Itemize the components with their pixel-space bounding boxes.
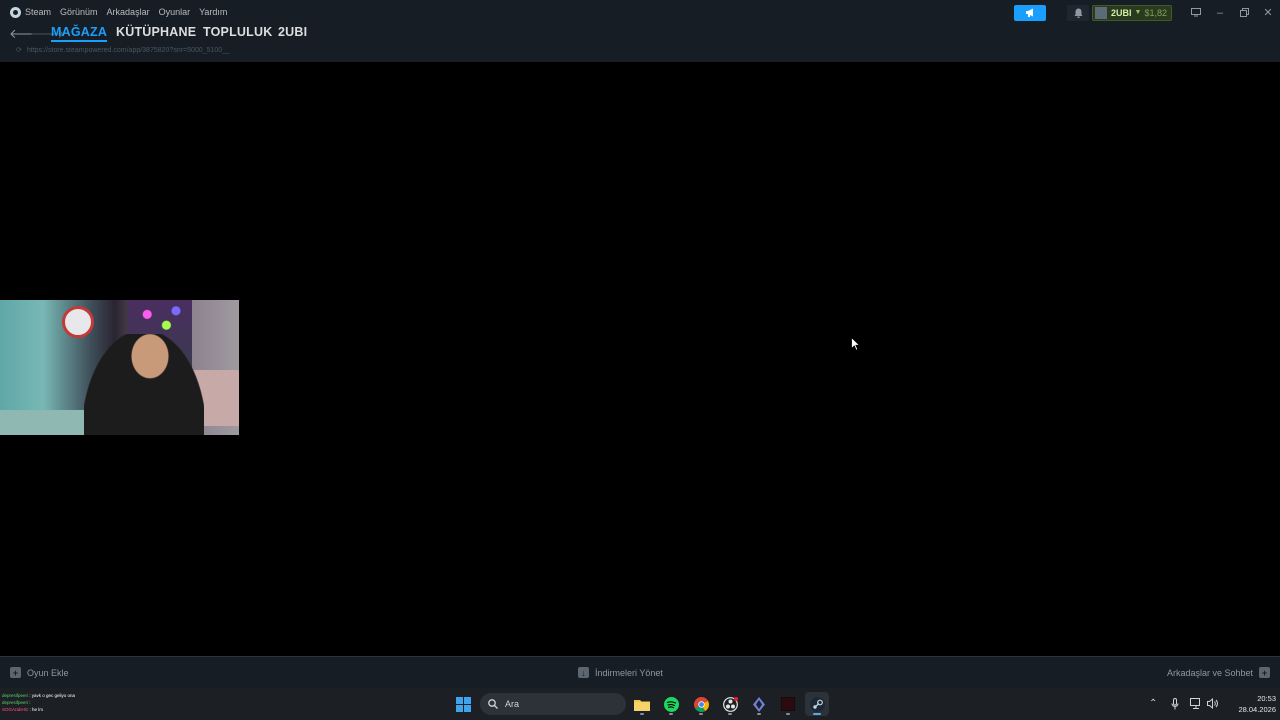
steam-bottombar: + Oyun Ekle ↓ İndirmeleri Yönet Arkadaşl… bbox=[0, 656, 1280, 688]
url-bar: https://store.steampowered.com/app/38758… bbox=[27, 47, 230, 54]
top-right-controls: 2UBI ▼ $1,82 – ✕ bbox=[1014, 4, 1280, 21]
taskbar-file-explorer[interactable] bbox=[630, 692, 654, 716]
spotify-icon bbox=[663, 696, 679, 712]
network-icon[interactable] bbox=[1190, 698, 1202, 709]
minimize-button[interactable]: – bbox=[1208, 5, 1232, 21]
big-picture-button[interactable] bbox=[1184, 5, 1208, 21]
taskbar-obs[interactable] bbox=[718, 692, 742, 716]
announcements-button[interactable] bbox=[1014, 4, 1047, 21]
notifications-button[interactable] bbox=[1067, 4, 1090, 21]
profile-name: 2UBI bbox=[1111, 7, 1132, 18]
stream-chat-overlay: depresifpeeri : yavk o gec geliyo ona de… bbox=[2, 692, 122, 713]
monitor-icon bbox=[1191, 8, 1201, 17]
volume-icon[interactable] bbox=[1207, 698, 1218, 709]
download-icon: ↓ bbox=[578, 667, 589, 678]
restore-button[interactable] bbox=[1232, 5, 1256, 21]
close-icon: ✕ bbox=[1263, 7, 1273, 19]
tab-community[interactable]: TOPLULUK bbox=[203, 25, 272, 39]
start-button[interactable] bbox=[451, 692, 475, 716]
show-hidden-icons[interactable]: ⌃ bbox=[1149, 698, 1157, 709]
taskbar-terminal[interactable] bbox=[776, 692, 800, 716]
minimize-icon: – bbox=[1216, 6, 1224, 19]
restore-icon bbox=[1239, 8, 1249, 17]
tab-library[interactable]: KÜTÜPHANE bbox=[116, 25, 196, 39]
webcam-overlay bbox=[0, 300, 239, 435]
menu-friends[interactable]: Arkadaşlar bbox=[107, 7, 150, 17]
obs-icon bbox=[722, 696, 738, 712]
menu-steam[interactable]: Steam bbox=[25, 7, 51, 17]
taskbar-chrome[interactable] bbox=[689, 692, 713, 716]
megaphone-icon bbox=[1025, 8, 1033, 17]
taskbar-search[interactable]: Ara bbox=[480, 693, 626, 715]
windows-logo-icon bbox=[455, 696, 471, 712]
taskbar-app[interactable] bbox=[747, 692, 771, 716]
wallet-balance: $1,82 bbox=[1144, 7, 1167, 18]
friends-chat-button[interactable]: Arkadaşlar ve Sohbet + bbox=[1167, 667, 1270, 678]
steam-navbar: 🡐 🡒 MAĞAZA KÜTÜPHANE TOPLULUK 2UBI ⟳ htt… bbox=[0, 24, 1280, 62]
menu-help[interactable]: Yardım bbox=[199, 7, 227, 17]
mouse-cursor-icon bbox=[851, 337, 860, 351]
diamond-app-icon bbox=[753, 696, 765, 712]
chat-message: depresifpeeri : yavk o gec geliyo ona bbox=[2, 693, 76, 698]
add-game-label: Oyun Ekle bbox=[27, 667, 69, 678]
terminal-icon bbox=[781, 697, 795, 711]
plus-icon: + bbox=[10, 667, 21, 678]
chrome-icon bbox=[693, 696, 709, 712]
clock-time: 20:53 bbox=[1257, 694, 1276, 703]
tab-store[interactable]: MAĞAZA bbox=[51, 25, 108, 42]
bell-icon bbox=[1074, 8, 1083, 18]
streamer bbox=[84, 334, 204, 435]
steam-logo-icon bbox=[10, 6, 21, 18]
menu-games[interactable]: Oyunlar bbox=[159, 7, 191, 17]
search-label: Ara bbox=[505, 699, 520, 709]
loading-icon: ⟳ bbox=[16, 47, 22, 54]
desk bbox=[0, 410, 90, 435]
friends-chat-label: Arkadaşlar ve Sohbet bbox=[1166, 667, 1253, 678]
close-button[interactable]: ✕ bbox=[1256, 5, 1280, 21]
add-game-button[interactable]: + Oyun Ekle bbox=[10, 667, 69, 678]
chevron-down-icon: ▼ bbox=[1134, 9, 1142, 16]
search-icon bbox=[488, 699, 498, 709]
steam-icon bbox=[809, 696, 825, 712]
taskbar-steam[interactable] bbox=[805, 692, 829, 716]
profile-button[interactable]: 2UBI ▼ $1,82 bbox=[1092, 4, 1172, 21]
folder-icon bbox=[634, 699, 650, 711]
manage-downloads-label: İndirmeleri Yönet bbox=[595, 667, 663, 678]
avatar bbox=[1095, 6, 1108, 19]
steam-menubar: Steam Görünüm Arkadaşlar Oyunlar Yardım … bbox=[0, 0, 1280, 24]
microphone-icon[interactable] bbox=[1171, 698, 1179, 710]
chat-message: SOGArabHG : he lm bbox=[2, 707, 44, 712]
manage-downloads-button[interactable]: ↓ İndirmeleri Yönet bbox=[578, 667, 663, 678]
taskbar-spotify[interactable] bbox=[659, 692, 683, 716]
chat-icon: + bbox=[1259, 667, 1270, 678]
clock-date: 28.04.2026 bbox=[1238, 705, 1276, 714]
tab-profile[interactable]: 2UBI bbox=[278, 25, 307, 39]
chat-message: depresifpeeri : bbox=[2, 700, 31, 705]
menu-view[interactable]: Görünüm bbox=[60, 7, 98, 17]
taskbar-clock[interactable]: 20:53 28.04.2026 bbox=[1224, 693, 1276, 715]
